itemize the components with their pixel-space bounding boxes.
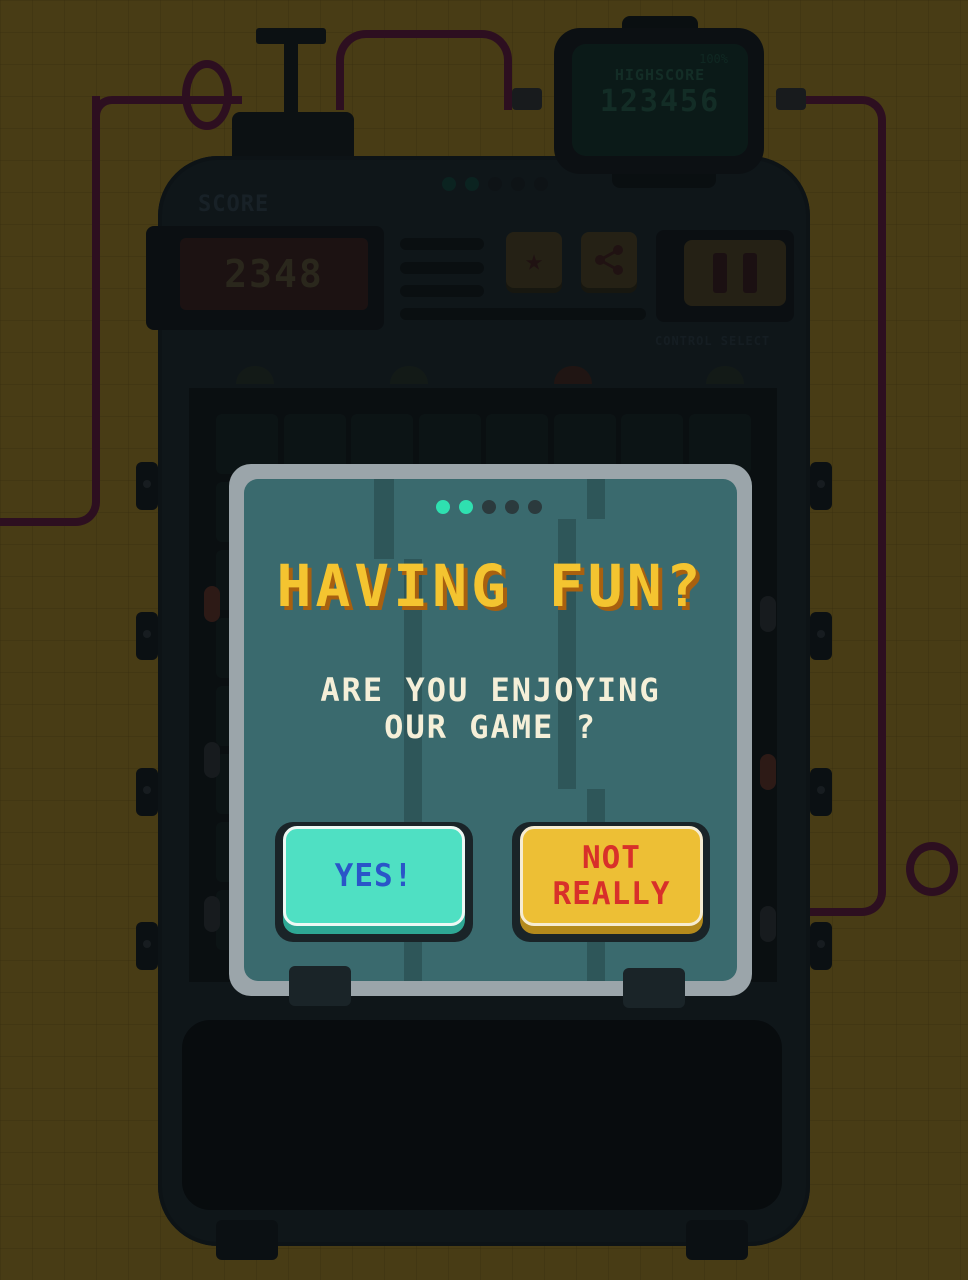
vent-slot bbox=[400, 285, 484, 297]
wire-left bbox=[0, 96, 100, 526]
star-icon: ★ bbox=[524, 242, 544, 278]
dialog-title: HAVING FUN? bbox=[276, 552, 705, 620]
side-light bbox=[204, 896, 220, 932]
battery-level: 100% bbox=[699, 52, 728, 66]
side-bolt bbox=[810, 462, 832, 510]
dialog-page-indicator bbox=[436, 500, 542, 514]
favorite-button[interactable]: ★ bbox=[506, 232, 562, 288]
side-bolt bbox=[810, 768, 832, 816]
side-bolt bbox=[136, 462, 158, 510]
side-light bbox=[760, 906, 776, 942]
side-bolt bbox=[810, 922, 832, 970]
side-bolt bbox=[136, 768, 158, 816]
pause-icon bbox=[713, 253, 727, 293]
page-dot bbox=[511, 177, 525, 191]
device-foot-right bbox=[686, 1220, 748, 1260]
dialog-message: ARE YOU ENJOYING OUR GAME ? bbox=[320, 671, 661, 746]
page-dot bbox=[442, 177, 456, 191]
highscore-value: 123456 bbox=[599, 84, 721, 119]
page-dot bbox=[505, 500, 519, 514]
wire-right-loop bbox=[906, 842, 958, 896]
vent-slot bbox=[400, 262, 484, 274]
pause-button[interactable] bbox=[684, 240, 786, 306]
page-dot bbox=[488, 177, 502, 191]
page-dot bbox=[465, 177, 479, 191]
side-bolt bbox=[136, 922, 158, 970]
control-select-label: CONTROL SELECT bbox=[655, 334, 771, 348]
wire-top bbox=[336, 30, 512, 110]
yes-button[interactable]: YES! bbox=[283, 826, 465, 926]
circuit-trace bbox=[587, 479, 605, 519]
dialog-tab bbox=[289, 966, 351, 1006]
highscore-screen: 100% HIGHSCORE 123456 bbox=[572, 44, 748, 156]
page-dot bbox=[436, 500, 450, 514]
progress-slot bbox=[400, 308, 646, 320]
watch-connector bbox=[776, 88, 806, 110]
dialog-tab bbox=[623, 968, 685, 1008]
share-icon bbox=[595, 245, 623, 275]
score-label: SCORE bbox=[198, 192, 270, 217]
side-light bbox=[204, 742, 220, 778]
detonator-base bbox=[232, 112, 354, 158]
circuit-trace bbox=[374, 479, 394, 559]
device-foot-left bbox=[216, 1220, 278, 1260]
pause-icon bbox=[743, 253, 757, 293]
detonator-rod bbox=[284, 42, 298, 112]
page-dot bbox=[528, 500, 542, 514]
side-bolt bbox=[136, 612, 158, 660]
highscore-label: HIGHSCORE bbox=[614, 66, 706, 84]
side-light bbox=[204, 586, 220, 622]
side-light bbox=[760, 596, 776, 632]
bottom-screen bbox=[182, 1020, 782, 1210]
vent-slot bbox=[400, 238, 484, 250]
device-page-indicator bbox=[442, 177, 548, 191]
wire-loop bbox=[182, 60, 232, 130]
share-button[interactable] bbox=[581, 232, 637, 288]
score-display: 2348 bbox=[180, 238, 368, 310]
page-dot bbox=[482, 500, 496, 514]
watch-connector bbox=[512, 88, 542, 110]
side-bolt bbox=[810, 612, 832, 660]
side-light bbox=[760, 754, 776, 790]
not-really-button[interactable]: NOT REALLY bbox=[520, 826, 703, 926]
page-dot bbox=[534, 177, 548, 191]
page-dot bbox=[459, 500, 473, 514]
